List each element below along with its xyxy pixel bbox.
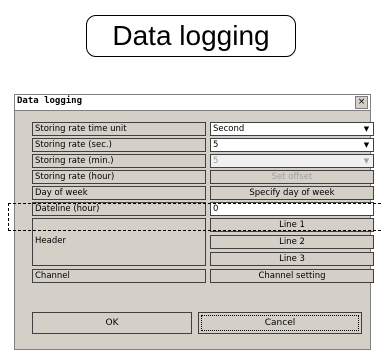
day-of-week-label: Day of week	[32, 186, 206, 200]
dialog-titlebar: Data logging ×	[15, 95, 370, 111]
storing-rate-min-select: 5 ▼	[210, 154, 374, 168]
chevron-down-icon[interactable]: ▼	[361, 124, 372, 134]
page-title-banner: Data logging	[86, 15, 296, 57]
cancel-button[interactable]: Cancel	[198, 312, 362, 334]
highlight-left-line	[8, 203, 9, 231]
storing-rate-hour-label: Storing rate (hour)	[32, 170, 206, 184]
specify-day-of-week-button[interactable]: Specify day of week	[210, 186, 374, 200]
storing-rate-sec-select[interactable]: 5 ▼	[210, 138, 374, 152]
line-2-button[interactable]: Line 2	[210, 235, 374, 249]
highlight-top-line	[8, 203, 381, 204]
header-label: Header	[32, 218, 206, 266]
close-button[interactable]: ×	[355, 96, 368, 109]
set-offset-button: Set offset	[210, 170, 374, 184]
chevron-down-icon: ▼	[363, 157, 370, 165]
storing-rate-time-unit-label: Storing rate time unit	[32, 122, 206, 136]
storing-rate-min-label: Storing rate (min.)	[32, 154, 206, 168]
ok-button[interactable]: OK	[32, 312, 192, 334]
channel-setting-button[interactable]: Channel setting	[210, 269, 374, 283]
line-3-button[interactable]: Line 3	[210, 252, 374, 266]
storing-rate-sec-label: Storing rate (sec.)	[32, 138, 206, 152]
highlight-bottom-line	[8, 230, 381, 231]
dialog-title: Data logging	[17, 96, 83, 106]
storing-rate-time-unit-value: Second	[213, 124, 245, 134]
channel-label: Channel	[32, 269, 206, 283]
storing-rate-time-unit-select[interactable]: Second ▼	[210, 122, 374, 136]
storing-rate-min-value: 5	[213, 156, 219, 166]
data-logging-dialog: Data logging × Storing rate time unit Se…	[14, 94, 374, 350]
chevron-down-icon[interactable]: ▼	[361, 140, 372, 150]
dateline-hour-label: Dateline (hour)	[32, 202, 206, 216]
storing-rate-sec-value: 5	[213, 140, 219, 150]
page-title: Data logging	[112, 20, 270, 51]
dateline-hour-input[interactable]: 0	[210, 202, 374, 216]
